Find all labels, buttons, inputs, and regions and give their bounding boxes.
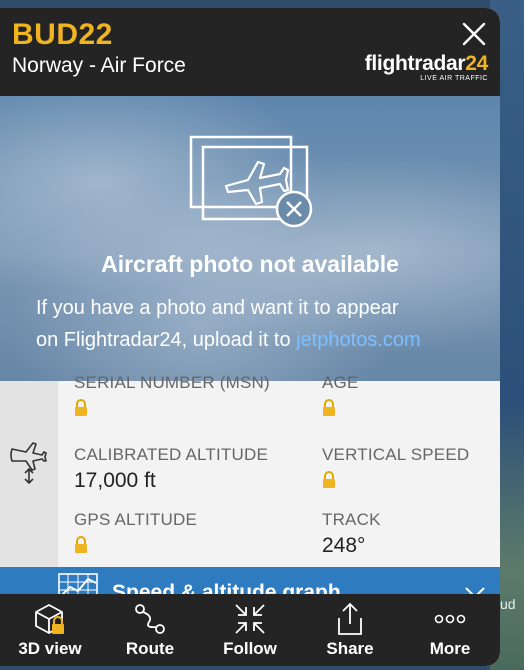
- lock-icon[interactable]: [322, 471, 336, 489]
- map-place-label: ud: [500, 596, 516, 612]
- 3d-view-label: 3D view: [18, 639, 82, 658]
- follow-label: Follow: [223, 639, 277, 658]
- cube-lock-icon: [35, 604, 64, 634]
- logo-number: 24: [465, 52, 488, 75]
- details-icon-column: [0, 381, 58, 567]
- more-dots-icon: [434, 614, 466, 624]
- aircraft-info-panel: BUD22 Norway - Air Force flightradar24 L…: [0, 8, 500, 666]
- share-button[interactable]: Share: [300, 594, 400, 666]
- flight-details-section: SERIAL NUMBER (MSN) AGE CALIBRATED ALTIT…: [0, 373, 500, 567]
- serial-number-label: SERIAL NUMBER (MSN): [74, 373, 270, 392]
- track-label: TRACK: [322, 510, 381, 529]
- photo-upload-text: If you have a photo and want it to appea…: [36, 292, 486, 356]
- gps-altitude-field: GPS ALTITUDE: [74, 510, 197, 554]
- calibrated-altitude-value: 17,000 ft: [74, 469, 156, 492]
- share-icon: [338, 602, 362, 635]
- more-label: More: [429, 639, 471, 658]
- gps-altitude-label: GPS ALTITUDE: [74, 510, 198, 529]
- route-label: Route: [125, 639, 175, 658]
- age-label: AGE: [322, 373, 359, 392]
- route-button[interactable]: Route: [100, 594, 200, 666]
- photo-unavailable-title: Aircraft photo not available: [101, 251, 399, 277]
- altitude-plane-icon: [10, 442, 47, 485]
- lock-icon[interactable]: [322, 399, 336, 417]
- lock-icon[interactable]: [74, 399, 88, 417]
- jetphotos-link[interactable]: jetphotos.com: [296, 329, 421, 351]
- logo-text: flightradar: [364, 52, 466, 75]
- follow-button[interactable]: Follow: [200, 594, 300, 666]
- calibrated-altitude-field: CALIBRATED ALTITUDE 17,000 ft: [74, 445, 268, 493]
- track-value: 248°: [322, 534, 366, 557]
- share-label: Share: [326, 639, 374, 658]
- bottom-toolbar: 3D view Route Follow Share More: [0, 594, 500, 666]
- track-field: TRACK 248°: [322, 510, 381, 558]
- photo-text-line2: on Flightradar24, upload it to: [36, 329, 297, 351]
- route-icon: [135, 604, 165, 634]
- close-icon[interactable]: [460, 20, 488, 48]
- vertical-speed-label: VERTICAL SPEED: [322, 445, 470, 464]
- lock-icon[interactable]: [74, 536, 88, 554]
- age-field: AGE: [322, 373, 359, 417]
- flight-callsign: BUD22: [12, 18, 113, 51]
- flight-operator: Norway - Air Force: [12, 54, 186, 77]
- flightradar24-logo: flightradar24 LIVE AIR TRAFFIC: [364, 52, 489, 83]
- logo-tagline: LIVE AIR TRAFFIC: [420, 75, 488, 82]
- 3d-view-button[interactable]: 3D view: [0, 594, 100, 666]
- aircraft-photo-area: Aircraft photo not available If you have…: [0, 96, 500, 381]
- calibrated-altitude-label: CALIBRATED ALTITUDE: [74, 445, 268, 464]
- vertical-speed-field: VERTICAL SPEED: [322, 445, 469, 489]
- no-photo-icon: [189, 135, 313, 228]
- photo-text-line1: If you have a photo and want it to appea…: [36, 297, 399, 319]
- more-button[interactable]: More: [400, 594, 500, 666]
- panel-header: BUD22 Norway - Air Force flightradar24 L…: [0, 8, 500, 96]
- serial-number-field: SERIAL NUMBER (MSN): [74, 373, 270, 417]
- follow-arrows-icon: [235, 604, 265, 634]
